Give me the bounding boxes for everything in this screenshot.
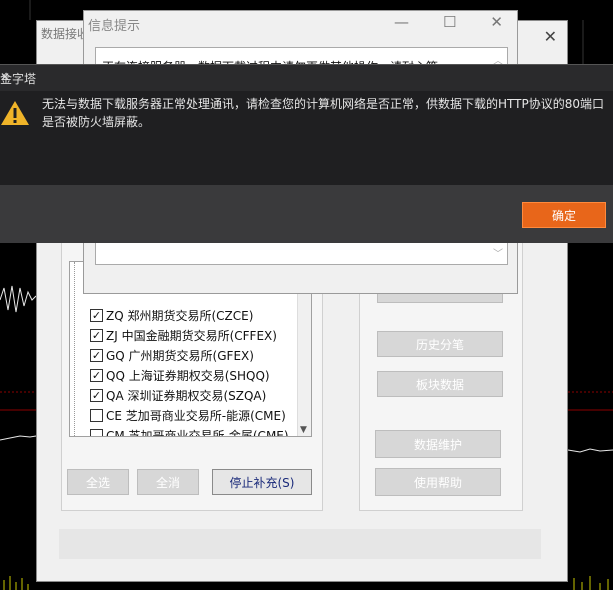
exchange-label: CE 芝加哥商业交易所-能源(CME) — [106, 408, 286, 423]
exchange-label: ZJ 中国金融期货交易所(CFFEX) — [106, 328, 277, 343]
stop-supplement-button[interactable]: 停止补充(S) — [212, 469, 312, 495]
history-ticks-button[interactable]: 历史分笔 — [377, 331, 503, 357]
sector-data-button[interactable]: 板块数据 — [377, 371, 503, 397]
maximize-icon[interactable]: ☐ — [443, 13, 456, 31]
exchange-item[interactable]: ✓ GQ 广州期货交易所(GFEX) — [90, 345, 254, 365]
warning-icon — [1, 101, 29, 125]
window-close-icon[interactable]: ✕ — [544, 27, 557, 46]
alert-message: 无法与数据下载服务器正常处理通讯，请检查您的计算机网络是否正常，供数据下载的HT… — [42, 97, 604, 129]
exchange-item[interactable]: CE 芝加哥商业交易所-能源(CME) — [90, 405, 286, 425]
status-bar — [59, 529, 541, 559]
exchange-checkbox[interactable] — [90, 408, 103, 422]
exchange-item[interactable]: CM 芝加哥商业交易所-金属(CME) — [90, 425, 289, 437]
exchange-label: GQ 广州期货交易所(GFEX) — [106, 348, 254, 363]
exchange-checkbox[interactable] — [90, 428, 103, 436]
alert-close-icon[interactable]: ✕ — [0, 70, 605, 84]
minimize-icon[interactable]: — — [394, 13, 409, 31]
exchange-item[interactable]: ✓ QQ 上海证券期权交易(SHQQ) — [90, 365, 270, 385]
deselect-all-button[interactable]: 全消 — [137, 469, 199, 495]
data-maintenance-button[interactable]: 数据维护 — [375, 430, 501, 458]
exchange-checkbox[interactable]: ✓ — [90, 348, 103, 362]
exchange-item[interactable]: ✓ ZQ 郑州期货交易所(CZCE) — [90, 305, 253, 325]
help-button[interactable]: 使用帮助 — [375, 468, 501, 496]
info-scroll-down-icon[interactable]: ﹀ — [493, 245, 503, 260]
exchange-item[interactable]: ✓ ZJ 中国金融期货交易所(CFFEX) — [90, 325, 277, 345]
exchange-item[interactable]: ✓ QA 深圳证券期权交易(SZQA) — [90, 385, 266, 405]
window-title: 数据接收 — [41, 27, 90, 41]
exchange-label: QQ 上海证券期权交易(SHQQ) — [106, 368, 270, 383]
info-close-icon[interactable]: ✕ — [490, 13, 503, 31]
alert-titlebar: 金字塔 ✕ — [0, 65, 613, 91]
alert-dialog: 金字塔 ✕ 无法与数据下载服务器正常处理通讯，请检查您的计算机网络是否正常，供数… — [0, 64, 613, 243]
scroll-down-icon[interactable]: ▼ — [300, 425, 307, 435]
exchange-checkbox[interactable]: ✓ — [90, 308, 103, 322]
select-all-button[interactable]: 全选 — [67, 469, 129, 495]
info-dialog-title: 信息提示 — [88, 19, 141, 34]
ok-button[interactable]: 确定 — [522, 202, 606, 228]
exchange-checkbox[interactable]: ✓ — [90, 388, 103, 402]
exchange-label: QA 深圳证券期权交易(SZQA) — [106, 388, 267, 403]
exchange-label: CM 芝加哥商业交易所-金属(CME) — [106, 428, 289, 437]
exchange-checkbox[interactable]: ✓ — [90, 328, 103, 342]
exchange-label: ZQ 郑州期货交易所(CZCE) — [106, 308, 254, 323]
exchange-checkbox[interactable]: ✓ — [90, 368, 103, 382]
